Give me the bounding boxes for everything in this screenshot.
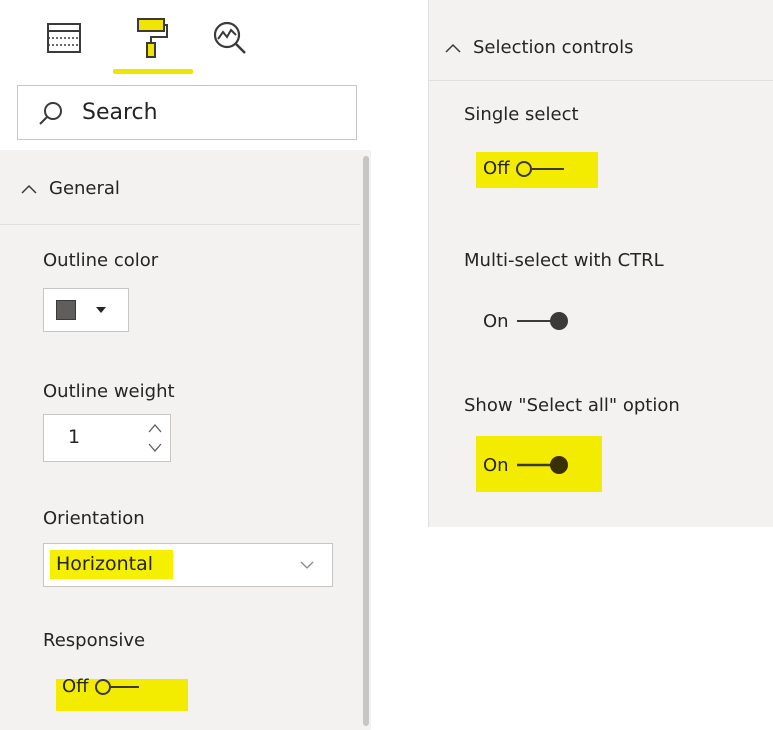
active-tab-indicator bbox=[113, 69, 193, 74]
orientation-dropdown[interactable]: Horizontal bbox=[43, 543, 333, 587]
select-all-label: Show "Select all" option bbox=[464, 395, 680, 416]
toggle-off-icon bbox=[515, 160, 564, 177]
selection-controls-title: Selection controls bbox=[473, 37, 634, 58]
caret-down-icon bbox=[96, 307, 106, 313]
section-divider bbox=[0, 224, 360, 225]
orientation-label: Orientation bbox=[43, 508, 145, 529]
general-section-header[interactable]: General bbox=[21, 178, 120, 199]
multi-select-state: On bbox=[483, 310, 509, 332]
responsive-toggle[interactable]: Off bbox=[56, 676, 188, 711]
search-icon bbox=[39, 101, 62, 125]
section-divider bbox=[429, 80, 773, 81]
select-all-state: On bbox=[483, 454, 509, 476]
scrollbar-thumb[interactable] bbox=[363, 156, 369, 726]
toggle-off-icon bbox=[94, 678, 139, 695]
chevron-up-icon bbox=[21, 184, 37, 194]
paint-roller-icon[interactable] bbox=[132, 18, 172, 58]
multi-select-toggle[interactable]: On bbox=[483, 310, 575, 332]
single-select-label: Single select bbox=[464, 104, 579, 125]
orientation-selected-value: Horizontal bbox=[50, 550, 174, 579]
selection-controls-card: Selection controls Single select Off Mul… bbox=[428, 0, 773, 527]
fields-grid-icon[interactable] bbox=[44, 18, 84, 58]
general-section-title: General bbox=[49, 178, 120, 199]
outline-weight-stepper[interactable]: 1 bbox=[43, 414, 171, 462]
outline-weight-label: Outline weight bbox=[43, 381, 175, 402]
outline-weight-value: 1 bbox=[68, 426, 81, 448]
visualizations-format-pane: Search General Outline color Outline wei… bbox=[0, 0, 371, 730]
multi-select-label: Multi-select with CTRL bbox=[464, 250, 664, 271]
scrollbar[interactable] bbox=[360, 150, 371, 730]
toggle-on-icon bbox=[516, 456, 568, 474]
responsive-state: Off bbox=[62, 676, 89, 697]
responsive-label: Responsive bbox=[43, 630, 146, 651]
search-input[interactable]: Search bbox=[17, 85, 357, 140]
chevron-up-icon bbox=[445, 43, 461, 53]
single-select-toggle[interactable]: Off bbox=[476, 150, 598, 188]
outline-color-picker[interactable] bbox=[43, 288, 129, 332]
analytics-magnifier-icon[interactable] bbox=[210, 18, 250, 58]
chevron-down-icon bbox=[300, 561, 314, 569]
selection-controls-header[interactable]: Selection controls bbox=[445, 37, 633, 58]
single-select-state: Off bbox=[483, 158, 510, 179]
color-swatch bbox=[56, 300, 76, 320]
chevron-up-icon[interactable] bbox=[148, 423, 162, 433]
outline-color-label: Outline color bbox=[43, 250, 159, 271]
toggle-on-icon bbox=[516, 312, 568, 330]
search-placeholder: Search bbox=[82, 100, 158, 125]
chevron-down-icon[interactable] bbox=[148, 443, 162, 453]
select-all-toggle[interactable]: On bbox=[476, 436, 602, 492]
